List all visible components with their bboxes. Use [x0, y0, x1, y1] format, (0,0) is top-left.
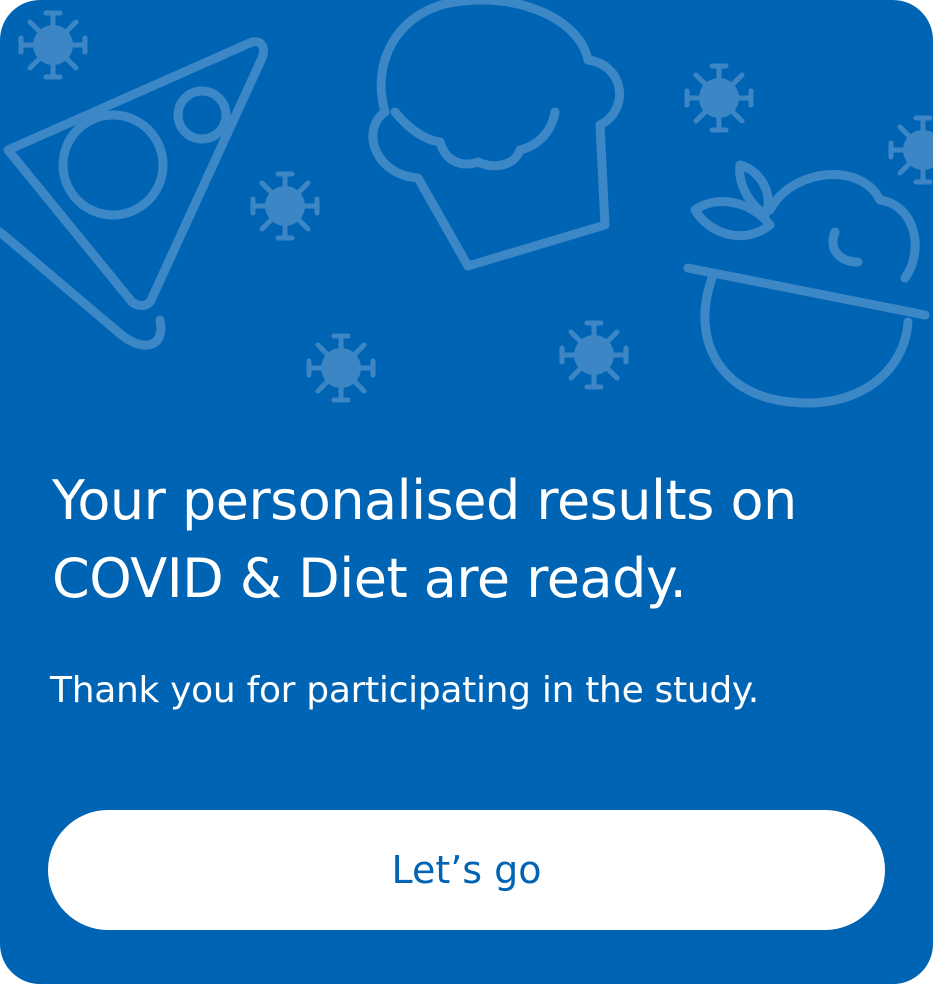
thank-you-text: Thank you for participating in the study… — [50, 670, 759, 711]
cupcake-icon — [368, 0, 624, 271]
lets-go-button[interactable]: Let’s go — [48, 810, 885, 930]
results-ready-card: Your personalised results on COVID & Die… — [0, 0, 933, 984]
salad-bowl-icon — [683, 160, 930, 408]
food-and-virus-illustration — [0, 0, 933, 408]
results-title: Your personalised results on COVID & Die… — [52, 469, 797, 610]
pizza-slice-icon — [0, 37, 269, 350]
